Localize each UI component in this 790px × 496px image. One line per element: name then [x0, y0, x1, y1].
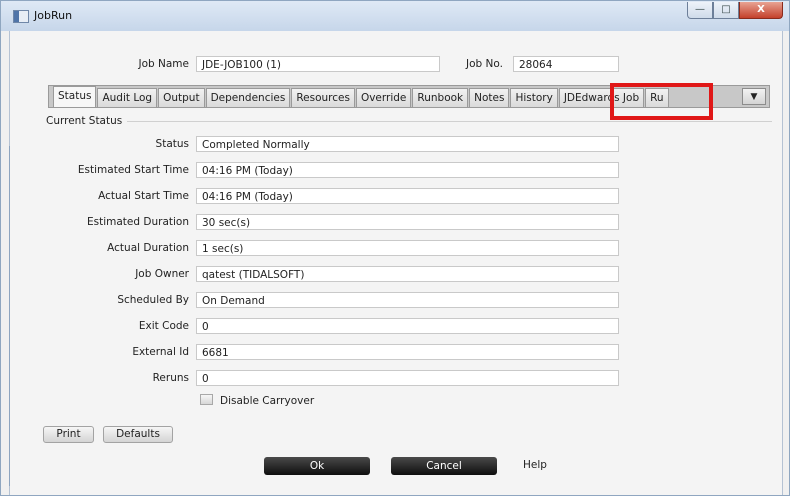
cancel-button[interactable]: Cancel	[391, 457, 497, 475]
job-name-label: Job Name	[138, 58, 189, 70]
tab-overflow-button[interactable]: ▼	[742, 88, 766, 105]
tab-history[interactable]: History	[510, 88, 558, 107]
defaults-button[interactable]: Defaults	[103, 426, 173, 443]
reruns-field[interactable]: 0	[196, 370, 619, 386]
jobrun-window: JobRun — □ X Job Name JDE-JOB100 (1) Job…	[0, 0, 790, 496]
tab-audit-log[interactable]: Audit Log	[97, 88, 158, 107]
job-owner-label: Job Owner	[135, 268, 189, 280]
ok-button[interactable]: Ok	[264, 457, 370, 475]
actual-duration-label: Actual Duration	[107, 242, 189, 254]
minimize-button[interactable]: —	[687, 2, 713, 19]
print-button[interactable]: Print	[43, 426, 94, 443]
tab-output[interactable]: Output	[158, 88, 205, 107]
window-controls: — □ X	[687, 2, 783, 20]
exit-code-field[interactable]: 0	[196, 318, 619, 334]
external-id-label: External Id	[132, 346, 189, 358]
tab-runbook[interactable]: Runbook	[412, 88, 469, 107]
status-field[interactable]: Completed Normally	[196, 136, 619, 152]
actual-start-time-field[interactable]: 04:16 PM (Today)	[196, 188, 619, 204]
disable-carryover-label: Disable Carryover	[220, 395, 315, 407]
highlight-box	[610, 83, 713, 120]
tab-dependencies[interactable]: Dependencies	[205, 88, 291, 107]
estimated-duration-label: Estimated Duration	[87, 216, 189, 228]
estimated-start-time-field[interactable]: 04:16 PM (Today)	[196, 162, 619, 178]
help-link[interactable]: Help	[523, 459, 547, 471]
status-label: Status	[155, 138, 189, 150]
section-title: Current Status	[46, 115, 123, 127]
job-no-label: Job No.	[466, 58, 503, 70]
job-name-field[interactable]: JDE-JOB100 (1)	[196, 56, 440, 72]
title-bar[interactable]: JobRun — □ X	[1, 1, 789, 31]
job-owner-field[interactable]: qatest (TIDALSOFT)	[196, 266, 619, 282]
reruns-label: Reruns	[152, 372, 189, 384]
tab-override[interactable]: Override	[355, 88, 412, 107]
exit-code-label: Exit Code	[138, 320, 189, 332]
app-icon	[13, 10, 29, 23]
scheduled-by-label: Scheduled By	[117, 294, 189, 306]
tab-resources[interactable]: Resources	[291, 88, 355, 107]
chevron-down-icon: ▼	[750, 92, 758, 102]
estimated-start-time-label: Estimated Start Time	[77, 164, 189, 176]
tab-status[interactable]: Status	[53, 86, 97, 107]
section-divider	[127, 121, 772, 122]
external-id-field[interactable]: 6681	[196, 344, 619, 360]
estimated-duration-field[interactable]: 30 sec(s)	[196, 214, 619, 230]
close-button[interactable]: X	[739, 2, 783, 19]
tab-notes[interactable]: Notes	[469, 88, 510, 107]
window-edge-divider	[9, 146, 10, 486]
actual-duration-field[interactable]: 1 sec(s)	[196, 240, 619, 256]
disable-carryover-checkbox[interactable]	[200, 394, 213, 405]
window-title: JobRun	[34, 9, 73, 22]
job-no-field[interactable]: 28064	[513, 56, 619, 72]
scheduled-by-field[interactable]: On Demand	[196, 292, 619, 308]
actual-start-time-label: Actual Start Time	[98, 190, 189, 202]
maximize-button[interactable]: □	[713, 2, 739, 19]
